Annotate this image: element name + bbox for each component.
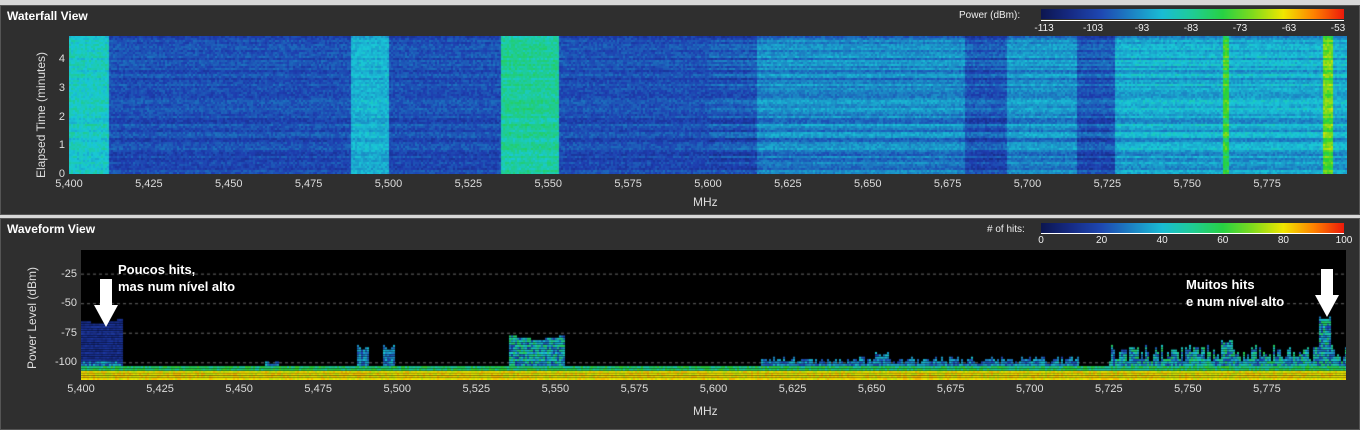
x-tick-label: 5,525 bbox=[454, 178, 483, 190]
tick-label: -73 bbox=[1232, 23, 1248, 34]
y-tick-label: -75 bbox=[61, 326, 77, 339]
x-tick-label: 5,775 bbox=[1253, 383, 1281, 395]
x-tick-label: 5,700 bbox=[1015, 383, 1044, 395]
power-legend-label: Power (dBm): bbox=[959, 10, 1021, 21]
waterfall-panel: Waterfall View Power (dBm): -113 -103 -93 -… bbox=[0, 5, 1360, 215]
tick-label: -93 bbox=[1134, 23, 1150, 34]
y-tick-label: -25 bbox=[61, 267, 77, 280]
colorbar-underline bbox=[1041, 233, 1344, 234]
x-tick-label: 5,725 bbox=[1093, 178, 1122, 190]
annotation-many-hits: Muitos hits e num nível alto bbox=[1186, 276, 1284, 310]
waterfall-x-label: MHz bbox=[693, 195, 718, 209]
x-tick-label: 5,625 bbox=[778, 383, 807, 395]
x-tick-label: 5,575 bbox=[614, 178, 642, 190]
annotation-line: Poucos hits, bbox=[118, 262, 196, 277]
tick-label: -53 bbox=[1330, 23, 1346, 34]
hits-legend-label: # of hits: bbox=[987, 224, 1025, 235]
x-tick-label: 5,600 bbox=[699, 383, 728, 395]
tick-label: 40 bbox=[1156, 235, 1168, 246]
waveform-x-label: MHz bbox=[693, 404, 718, 418]
tick-label: -83 bbox=[1183, 23, 1199, 34]
x-tick-label: 5,550 bbox=[534, 178, 563, 190]
waveform-y-ticks: -25 -50 -75 -100 bbox=[1, 250, 77, 380]
x-tick-label: 5,500 bbox=[383, 383, 412, 395]
tick-label: 100 bbox=[1335, 235, 1353, 246]
tick-label: 80 bbox=[1277, 235, 1289, 246]
hits-colorbar bbox=[1041, 223, 1344, 233]
y-tick-label: 1 bbox=[58, 139, 65, 152]
x-tick-label: 5,475 bbox=[294, 178, 323, 190]
x-tick-label: 5,525 bbox=[462, 383, 491, 395]
x-tick-label: 5,725 bbox=[1095, 383, 1123, 395]
y-tick-label: 3 bbox=[58, 81, 65, 94]
waveform-title: Waveform View bbox=[7, 222, 96, 236]
x-tick-label: 5,675 bbox=[933, 178, 962, 190]
x-tick-label: 5,650 bbox=[853, 178, 882, 190]
tick-label: 0 bbox=[1038, 235, 1044, 246]
tick-label: -103 bbox=[1082, 23, 1104, 34]
x-tick-label: 5,550 bbox=[541, 383, 570, 395]
x-tick-label: 5,575 bbox=[620, 383, 649, 395]
x-tick-label: 5,775 bbox=[1253, 178, 1281, 190]
x-tick-label: 5,625 bbox=[774, 178, 802, 190]
x-tick-label: 5,750 bbox=[1173, 178, 1202, 190]
x-tick-label: 5,400 bbox=[67, 383, 95, 395]
x-tick-label: 5,425 bbox=[135, 178, 163, 190]
tick-label: -63 bbox=[1281, 23, 1297, 34]
tick-label: -113 bbox=[1034, 23, 1054, 34]
annotation-line: mas num nível alto bbox=[118, 279, 236, 294]
x-tick-label: 5,425 bbox=[146, 383, 174, 395]
x-tick-label: 5,475 bbox=[304, 383, 332, 395]
waveform-panel: Waveform View # of hits: 0 20 40 60 80 100 -2… bbox=[0, 218, 1360, 430]
waterfall-heatmap bbox=[69, 36, 1347, 174]
x-tick-label: 5,675 bbox=[936, 383, 965, 395]
colorbar-underline bbox=[1041, 20, 1344, 21]
y-tick-label: -50 bbox=[61, 297, 77, 310]
x-tick-label: 5,450 bbox=[225, 383, 253, 395]
annotation-line: Muitos hits bbox=[1186, 277, 1255, 292]
power-colorbar bbox=[1041, 9, 1344, 19]
waveform-y-label: Power Level (dBm) bbox=[25, 266, 39, 369]
x-tick-label: 5,500 bbox=[374, 178, 403, 190]
tick-label: 60 bbox=[1217, 235, 1229, 246]
y-tick-label: 2 bbox=[58, 110, 65, 123]
waveform-heatmap bbox=[81, 250, 1346, 380]
x-tick-label: 5,750 bbox=[1174, 383, 1202, 395]
annotation-few-hits: Poucos hits, mas num nível alto bbox=[118, 261, 235, 295]
annotation-line: e num nível alto bbox=[1186, 294, 1285, 309]
waterfall-y-ticks: 01234 bbox=[1, 36, 65, 180]
x-tick-label: 5,450 bbox=[214, 178, 243, 190]
y-tick-label: 4 bbox=[58, 53, 65, 65]
x-tick-label: 5,700 bbox=[1013, 178, 1042, 190]
tick-label: 20 bbox=[1096, 235, 1108, 246]
x-tick-label: 5,400 bbox=[55, 178, 83, 190]
waterfall-y-label: Elapsed Time (minutes) bbox=[34, 51, 48, 178]
x-tick-label: 5,600 bbox=[694, 178, 722, 190]
y-tick-label: -100 bbox=[54, 356, 77, 369]
x-tick-label: 5,650 bbox=[857, 383, 886, 395]
waterfall-title: Waterfall View bbox=[7, 9, 88, 23]
